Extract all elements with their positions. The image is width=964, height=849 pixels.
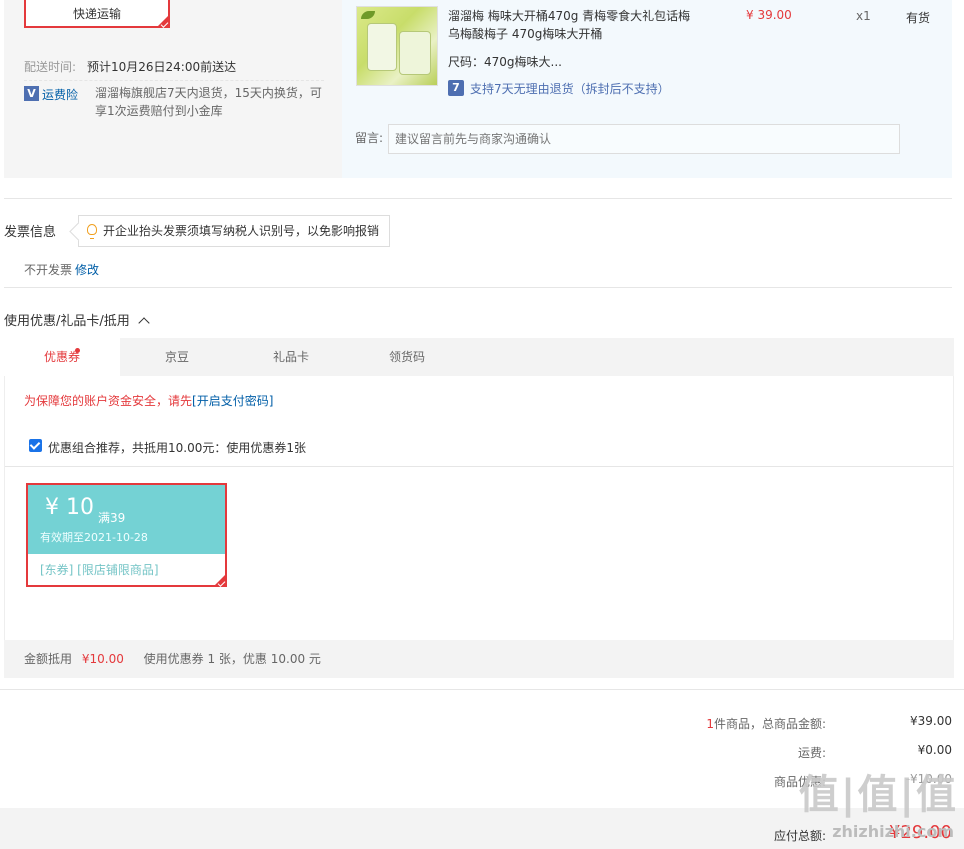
insurance-icon: V xyxy=(24,86,39,101)
lightbulb-icon xyxy=(87,224,97,239)
product-quantity: x1 xyxy=(856,9,871,23)
product-image[interactable] xyxy=(356,6,438,86)
chevron-up-icon xyxy=(138,317,150,329)
product-spec: 尺码：470g梅味大... xyxy=(448,55,562,69)
discount-summary: 金额抵用 ¥10.00 使用优惠券 1 张，优惠 10.00 元 xyxy=(4,640,954,678)
invoice-status: 不开发票 xyxy=(24,263,73,277)
delivery-time-label: 配送时间: xyxy=(24,60,77,74)
watermark-logo: 值|值|值 xyxy=(798,772,958,818)
divider xyxy=(5,466,953,467)
product-title-line-2: 乌梅酸梅子 470g梅味大开桶 xyxy=(448,27,603,41)
divider xyxy=(4,198,952,199)
coupon-card[interactable]: ¥ 10 满39 有效期至2021-10-28 [东券] [限店铺限商品] xyxy=(26,483,227,587)
invoice-tip-text: 开企业抬头发票须填写纳税人识别号，以免影响报销 xyxy=(103,224,380,238)
divider xyxy=(0,689,964,690)
product-title[interactable]: 溜溜梅 梅味大开桶470g 青梅零食大礼包话梅 乌梅酸梅子 470g梅味大开桶 xyxy=(448,7,708,43)
combo-recommend-label: 优惠组合推荐，共抵用10.00元：使用优惠券1张 xyxy=(48,441,306,455)
return-policy-text: 支持7天无理由退货（拆封后不支持） xyxy=(470,82,670,96)
product-title-line-1: 溜溜梅 梅味大开桶470g 青梅零食大礼包话梅 xyxy=(448,9,691,23)
goods-count-label: 1件商品，总商品金额: xyxy=(706,715,826,732)
return-policy-icon: 7 xyxy=(448,80,464,96)
divider xyxy=(4,287,952,288)
goods-count-suffix: 件商品，总商品金额: xyxy=(713,717,826,731)
tab-gift-card[interactable]: 礼品卡 xyxy=(234,338,348,376)
coupon-expiry: 有效期至2021-10-28 xyxy=(40,531,148,544)
coupon-tags: [东券] [限店铺限商品] xyxy=(40,563,159,577)
discount-section-title: 使用优惠/礼品卡/抵用 xyxy=(4,314,130,329)
coupon-value: ¥ 10 xyxy=(45,495,94,520)
memo-label: 留言: xyxy=(355,131,384,145)
coupon-header: ¥ 10 满39 有效期至2021-10-28 xyxy=(28,485,225,554)
selected-check-icon xyxy=(156,14,170,28)
invoice-edit-link[interactable]: 修改 xyxy=(75,261,99,278)
freight-label: 运费: xyxy=(797,746,826,760)
invoice-tip: 开企业抬头发票须填写纳税人识别号，以免影响报销 xyxy=(78,215,390,247)
security-warning-text: 为保障您的账户资金安全，请先 xyxy=(24,394,193,408)
security-warning: 为保障您的账户资金安全，请先[开启支付密码] xyxy=(24,392,273,409)
combo-recommend-checkbox[interactable] xyxy=(29,439,42,452)
new-indicator-dot xyxy=(75,348,80,353)
delivery-method-label: 快递运输 xyxy=(72,7,121,21)
discount-section-toggle[interactable]: 使用优惠/礼品卡/抵用 xyxy=(4,310,150,329)
goods-count: 1 xyxy=(706,717,714,731)
selected-check-icon xyxy=(213,573,227,587)
coupon-condition: 满39 xyxy=(98,511,126,525)
insurance-link[interactable]: 运费险 xyxy=(42,86,78,103)
summary-description: 使用优惠券 1 张，优惠 10.00 元 xyxy=(143,652,321,666)
discount-tabs: 优惠券 京豆 礼品卡 领货码 xyxy=(4,338,954,376)
tab-redeem-code[interactable]: 领货码 xyxy=(348,338,466,376)
summary-label: 金额抵用 xyxy=(24,652,73,666)
stock-status: 有货 xyxy=(906,11,931,25)
delivery-time-value: 预计10月26日24:00前送达 xyxy=(87,60,237,74)
invoice-title: 发票信息 xyxy=(4,225,57,240)
tab-coupons[interactable]: 优惠券 xyxy=(4,338,120,376)
freight-amount: ¥0.00 xyxy=(917,743,952,757)
insurance-description: 溜溜梅旗舰店7天内退货，15天内换货，可 享1次运费赔付到小金库 xyxy=(95,84,322,120)
insurance-desc-line-2: 享1次运费赔付到小金库 xyxy=(95,104,223,118)
summary-amount: ¥10.00 xyxy=(81,652,124,666)
payable-label: 应付总额: xyxy=(773,829,826,843)
goods-amount: ¥39.00 xyxy=(910,714,952,728)
tab-jingdou[interactable]: 京豆 xyxy=(120,338,234,376)
watermark-domain: zhizhizhi.com xyxy=(832,822,954,841)
memo-input[interactable] xyxy=(388,124,900,154)
delivery-method-option[interactable]: 快递运输 xyxy=(24,0,170,28)
product-price: ¥ 39.00 xyxy=(746,8,792,22)
insurance-desc-line-1: 溜溜梅旗舰店7天内退货，15天内换货，可 xyxy=(95,86,322,100)
divider xyxy=(24,80,324,81)
enable-pay-password-link[interactable]: [开启支付密码] xyxy=(192,394,273,408)
